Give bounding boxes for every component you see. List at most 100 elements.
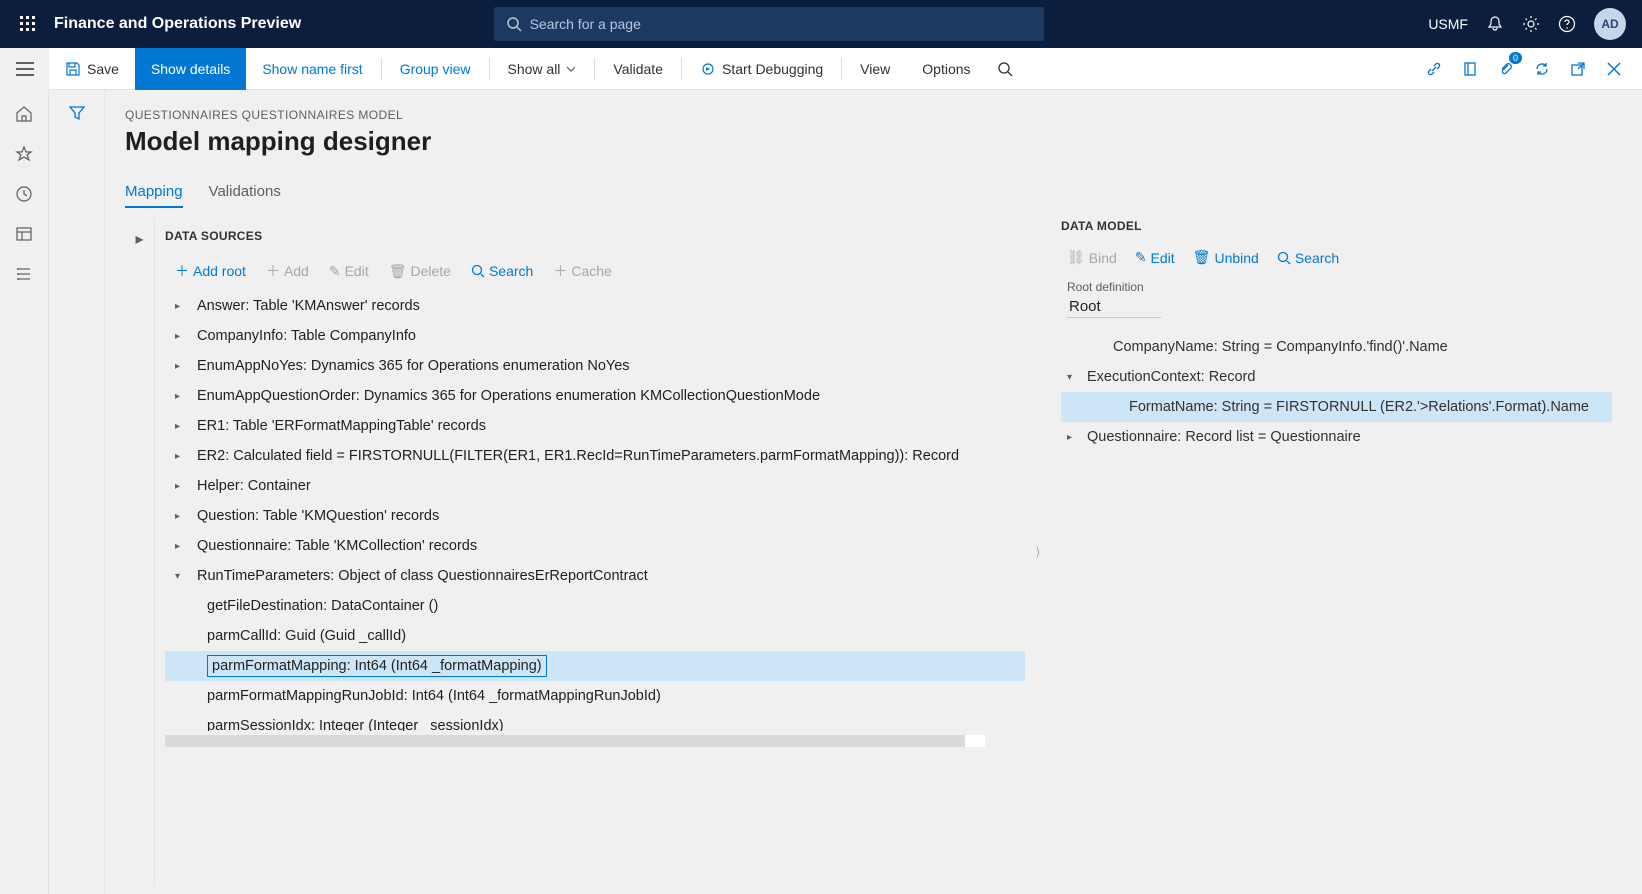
attachments-button[interactable]: 0	[1488, 48, 1524, 90]
data-model-tree[interactable]: CompanyName: String = CompanyInfo.'find(…	[1061, 332, 1612, 452]
tree-row[interactable]: getFileDestination: DataContainer ()	[165, 591, 1025, 621]
workspace-icon[interactable]	[14, 224, 34, 244]
trash-icon: 🗑	[389, 263, 407, 280]
popout-button[interactable]	[1560, 48, 1596, 90]
find-button[interactable]	[987, 48, 1023, 90]
tree-row[interactable]: parmSessionIdx: Integer (Integer _sessio…	[165, 711, 1025, 731]
show-all-button[interactable]: Show all	[492, 48, 593, 90]
types-collapser[interactable]: ▸	[125, 219, 155, 885]
tree-row[interactable]: ▸Questionnaire: Record list = Questionna…	[1061, 422, 1612, 452]
user-avatar[interactable]: AD	[1594, 8, 1626, 40]
tree-row[interactable]: ▸ EnumAppQuestionOrder: Dynamics 365 for …	[165, 381, 1025, 411]
navpane-toggle[interactable]	[0, 48, 49, 90]
search-button[interactable]: Search	[471, 261, 533, 281]
save-icon	[65, 61, 81, 77]
root-definition-label: Root definition	[1067, 280, 1612, 294]
expand-icon: ▸	[175, 451, 187, 462]
chevron-right-icon: ▸	[135, 229, 143, 885]
tree-label: CompanyName: String = CompanyInfo.'find(…	[1113, 339, 1448, 355]
search-button[interactable]: Search	[1277, 249, 1339, 266]
refresh-button[interactable]	[1524, 48, 1560, 90]
show-details-button[interactable]: Show details	[135, 48, 246, 90]
add-button[interactable]: ＋Add	[266, 261, 309, 281]
view-menu[interactable]: View	[844, 48, 906, 90]
help-icon[interactable]	[1558, 15, 1576, 33]
tree-label: EnumAppQuestionOrder: Dynamics 365 for O…	[197, 388, 820, 404]
data-sources-heading: DATA SOURCES	[165, 229, 1035, 243]
data-sources-panel: ▸ DATA SOURCES ＋Add root ＋Add ✎Edit 🗑Del…	[125, 219, 1035, 885]
edit-button[interactable]: ✎Edit	[329, 261, 369, 281]
tree-label: ER2: Calculated field = FIRSTORNULL(FILT…	[197, 448, 959, 464]
tree-row[interactable]: ▸ ER1: Table 'ERFormatMappingTable' recor…	[165, 411, 1025, 441]
office-icon[interactable]	[1452, 48, 1488, 90]
tab-validations[interactable]: Validations	[209, 183, 281, 208]
options-menu[interactable]: Options	[906, 48, 986, 90]
company-code[interactable]: USMF	[1428, 16, 1468, 32]
tree-label: parmCallId: Guid (Guid _callId)	[207, 628, 406, 644]
data-sources-tree[interactable]: ▸Answer: Table 'KMAnswer' records▸Compan…	[165, 291, 1035, 731]
breadcrumb: QUESTIONNAIRES QUESTIONNAIRES MODEL	[125, 108, 1642, 122]
modules-icon[interactable]	[14, 264, 34, 284]
tree-row[interactable]: parmFormatMapping: Int64 (Int64 _formatM…	[165, 651, 1025, 681]
tree-row[interactable]: ▸CompanyInfo: Table CompanyInfo	[165, 321, 1025, 351]
plus-icon: ＋	[266, 261, 280, 281]
tree-row[interactable]: ▸Helper: Container	[165, 471, 1025, 501]
tree-row[interactable]: ▸Answer: Table 'KMAnswer' records	[165, 291, 1025, 321]
add-root-button[interactable]: ＋Add root	[175, 261, 246, 281]
tree-label: FormatName: String = FIRSTORNULL (ER2.'>…	[1129, 399, 1589, 415]
tree-label: Answer: Table 'KMAnswer' records	[197, 298, 420, 314]
root-definition-value[interactable]: Root	[1067, 296, 1161, 318]
group-view-button[interactable]: Group view	[384, 48, 487, 90]
tree-row[interactable]: ▸Question: Table 'KMQuestion' records	[165, 501, 1025, 531]
horizontal-scrollbar[interactable]	[165, 735, 985, 747]
main-content: QUESTIONNAIRES QUESTIONNAIRES MODEL Mode…	[105, 90, 1642, 894]
tree-label: parmFormatMappingRunJobId: Int64 (Int64 …	[207, 688, 661, 704]
tree-row[interactable]: FormatName: String = FIRSTORNULL (ER2.'>…	[1061, 392, 1612, 422]
data-model-panel: DATA MODEL ⛓Bind ✎Edit 🗑Unbind Search Ro…	[1041, 219, 1642, 885]
data-model-heading: DATA MODEL	[1061, 219, 1612, 233]
chevron-down-icon	[566, 66, 576, 72]
tree-row[interactable]: ▾RunTimeParameters: Object of class Ques…	[165, 561, 1025, 591]
filter-icon[interactable]	[68, 104, 86, 894]
search-icon	[471, 264, 485, 278]
recent-icon[interactable]	[14, 184, 34, 204]
expand-icon: ▸	[175, 391, 187, 402]
tree-row[interactable]: ▸ ER2: Calculated field = FIRSTORNULL(FIL…	[165, 441, 1025, 471]
command-bar: Save Show details Show name first Group …	[49, 48, 1642, 90]
favorite-icon[interactable]	[14, 144, 34, 164]
tree-row[interactable]: CompanyName: String = CompanyInfo.'find(…	[1061, 332, 1612, 362]
plus-icon: ＋	[553, 261, 567, 281]
filter-column	[49, 90, 105, 894]
close-button[interactable]	[1596, 48, 1632, 90]
home-icon[interactable]	[14, 104, 34, 124]
tree-row[interactable]: ▸EnumAppNoYes: Dynamics 365 for Operatio…	[165, 351, 1025, 381]
delete-button[interactable]: 🗑Delete	[389, 261, 451, 281]
tree-row[interactable]: parmCallId: Guid (Guid _callId)	[165, 621, 1025, 651]
show-name-first-button[interactable]: Show name first	[246, 48, 378, 90]
app-launcher-icon[interactable]	[10, 6, 46, 42]
pencil-icon: ✎	[1135, 249, 1147, 266]
link-icon[interactable]	[1416, 48, 1452, 90]
search-icon	[997, 61, 1013, 77]
unbind-button[interactable]: 🗑Unbind	[1193, 249, 1259, 266]
search-placeholder: Search for a page	[530, 16, 641, 32]
gear-icon[interactable]	[1522, 15, 1540, 33]
start-debugging-button[interactable]: Start Debugging	[684, 48, 839, 90]
root-definition: Root definition Root	[1067, 280, 1612, 318]
tree-twisty: ▸	[1067, 432, 1079, 443]
tab-mapping[interactable]: Mapping	[125, 183, 183, 208]
tree-row[interactable]: ▾ExecutionContext: Record	[1061, 362, 1612, 392]
global-search[interactable]: Search for a page	[494, 7, 1044, 41]
tree-row[interactable]: ▸Questionnaire: Table 'KMCollection' rec…	[165, 531, 1025, 561]
tree-label: Question: Table 'KMQuestion' records	[197, 508, 439, 524]
bind-button[interactable]: ⛓Bind	[1067, 249, 1117, 266]
tree-twisty: ▾	[1067, 372, 1079, 383]
save-button[interactable]: Save	[49, 48, 135, 90]
tree-label: ER1: Table 'ERFormatMappingTable' record…	[197, 418, 486, 434]
expand-icon: ▸	[175, 421, 187, 432]
bell-icon[interactable]	[1486, 15, 1504, 33]
validate-button[interactable]: Validate	[597, 48, 679, 90]
edit-button[interactable]: ✎Edit	[1135, 249, 1175, 266]
tree-row[interactable]: parmFormatMappingRunJobId: Int64 (Int64 …	[165, 681, 1025, 711]
cache-button[interactable]: ＋Cache	[553, 261, 611, 281]
